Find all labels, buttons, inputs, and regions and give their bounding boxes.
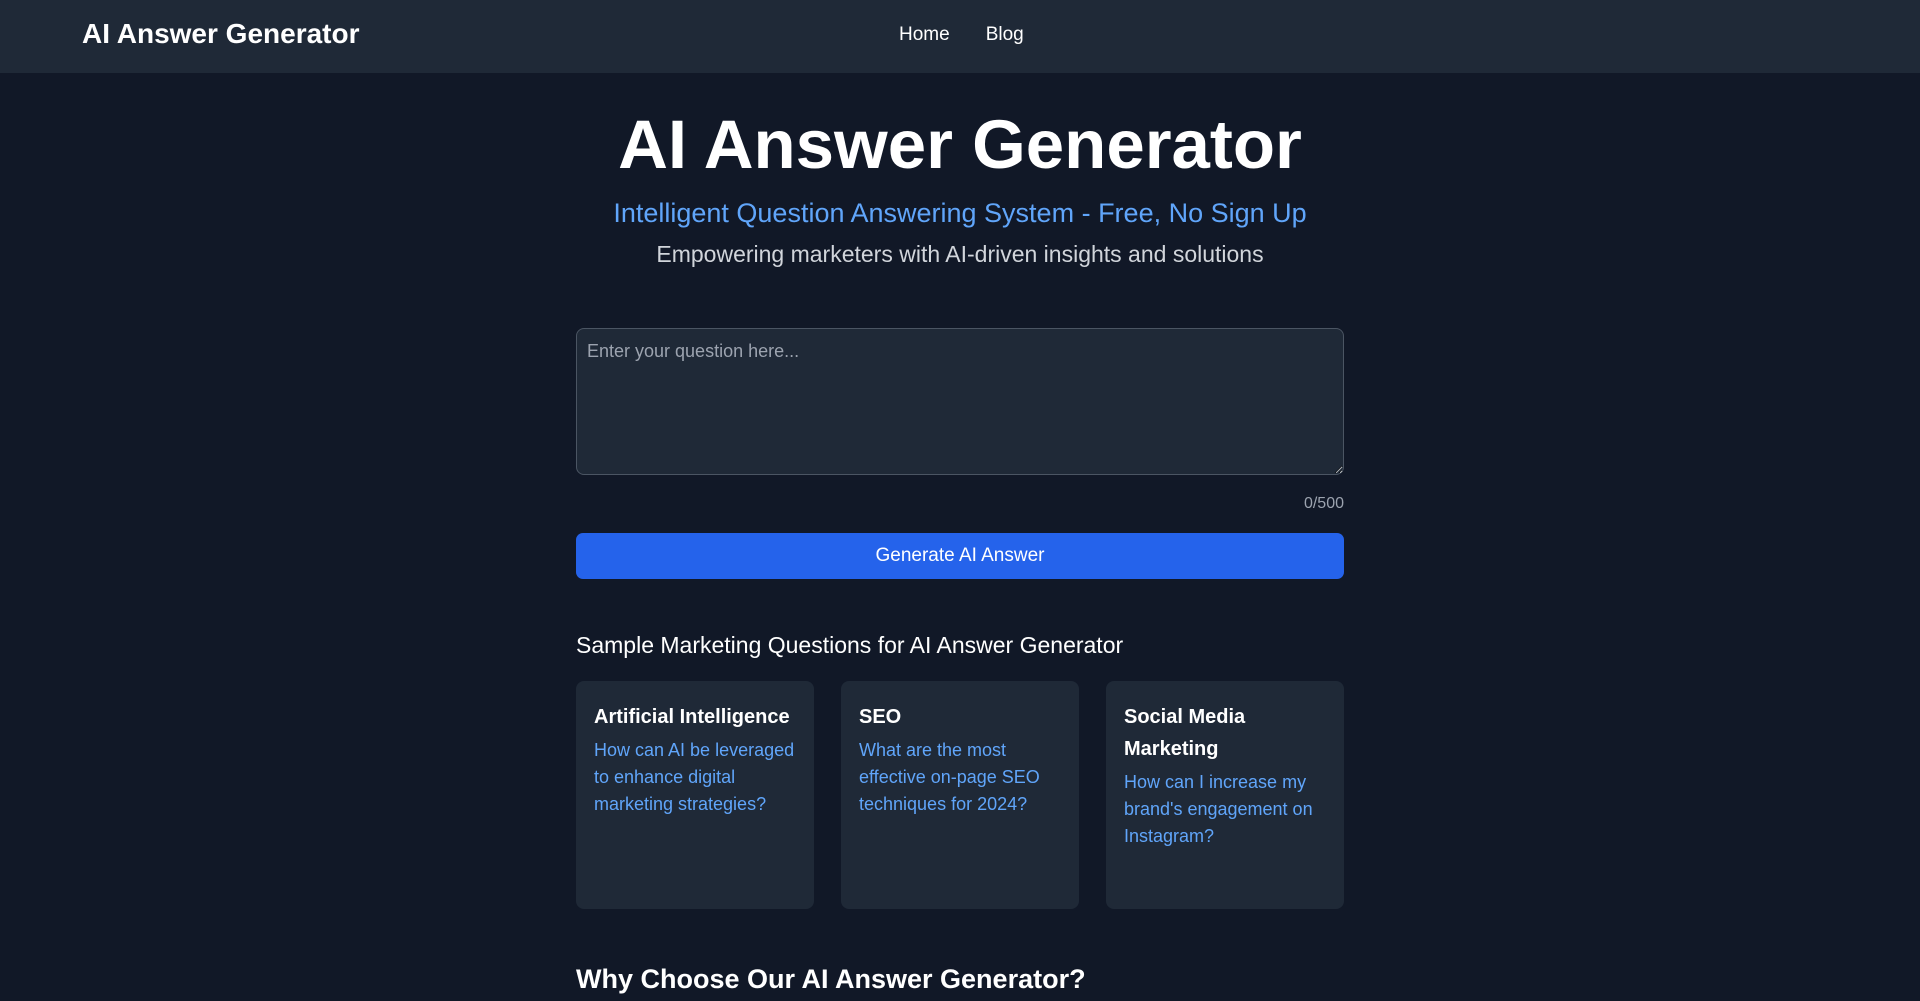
why-choose-heading: Why Choose Our AI Answer Generator? <box>576 964 1086 994</box>
page-subtitle: Intelligent Question Answering System - … <box>613 198 1307 228</box>
card-title: SEO <box>859 706 902 728</box>
top-navbar: AI Answer Generator Home Blog <box>0 0 1920 73</box>
page-title: AI Answer Generator <box>618 106 1302 183</box>
card-question-link[interactable]: How can AI be leveraged to enhance digit… <box>594 737 796 818</box>
sample-card-social-media-marketing[interactable]: Social Media Marketing How can I increas… <box>1106 681 1344 909</box>
card-title: Artificial Intelligence <box>594 706 790 728</box>
char-counter: 0/500 <box>1303 495 1344 512</box>
page-tagline: Empowering marketers with AI-driven insi… <box>656 241 1264 267</box>
sample-card-artificial-intelligence[interactable]: Artificial Intelligence How can AI be le… <box>576 681 814 909</box>
nav-link-blog[interactable]: Blog <box>986 24 1024 46</box>
card-question-link[interactable]: What are the most effective on-page SEO … <box>859 737 1061 818</box>
sample-card-seo[interactable]: SEO What are the most effective on-page … <box>841 681 1079 909</box>
question-input[interactable] <box>576 328 1344 475</box>
card-title: Social Media Marketing <box>1124 706 1246 760</box>
nav-link-home[interactable]: Home <box>899 24 950 46</box>
card-question-link[interactable]: How can I increase my brand's engagement… <box>1124 769 1326 850</box>
generate-answer-button[interactable]: Generate AI Answer <box>576 533 1344 579</box>
sample-cards: Artificial Intelligence How can AI be le… <box>576 681 1344 909</box>
hero-section: AI Answer Generator Intelligent Question… <box>0 73 1920 269</box>
sample-questions-heading: Sample Marketing Questions for AI Answer… <box>576 632 1124 658</box>
brand-logo-link[interactable]: AI Answer Generator <box>82 18 359 50</box>
main-nav: Home Blog <box>899 24 1024 46</box>
sample-questions-section: Sample Marketing Questions for AI Answer… <box>576 630 1344 909</box>
question-form: 0/500 Generate AI Answer <box>576 328 1344 579</box>
